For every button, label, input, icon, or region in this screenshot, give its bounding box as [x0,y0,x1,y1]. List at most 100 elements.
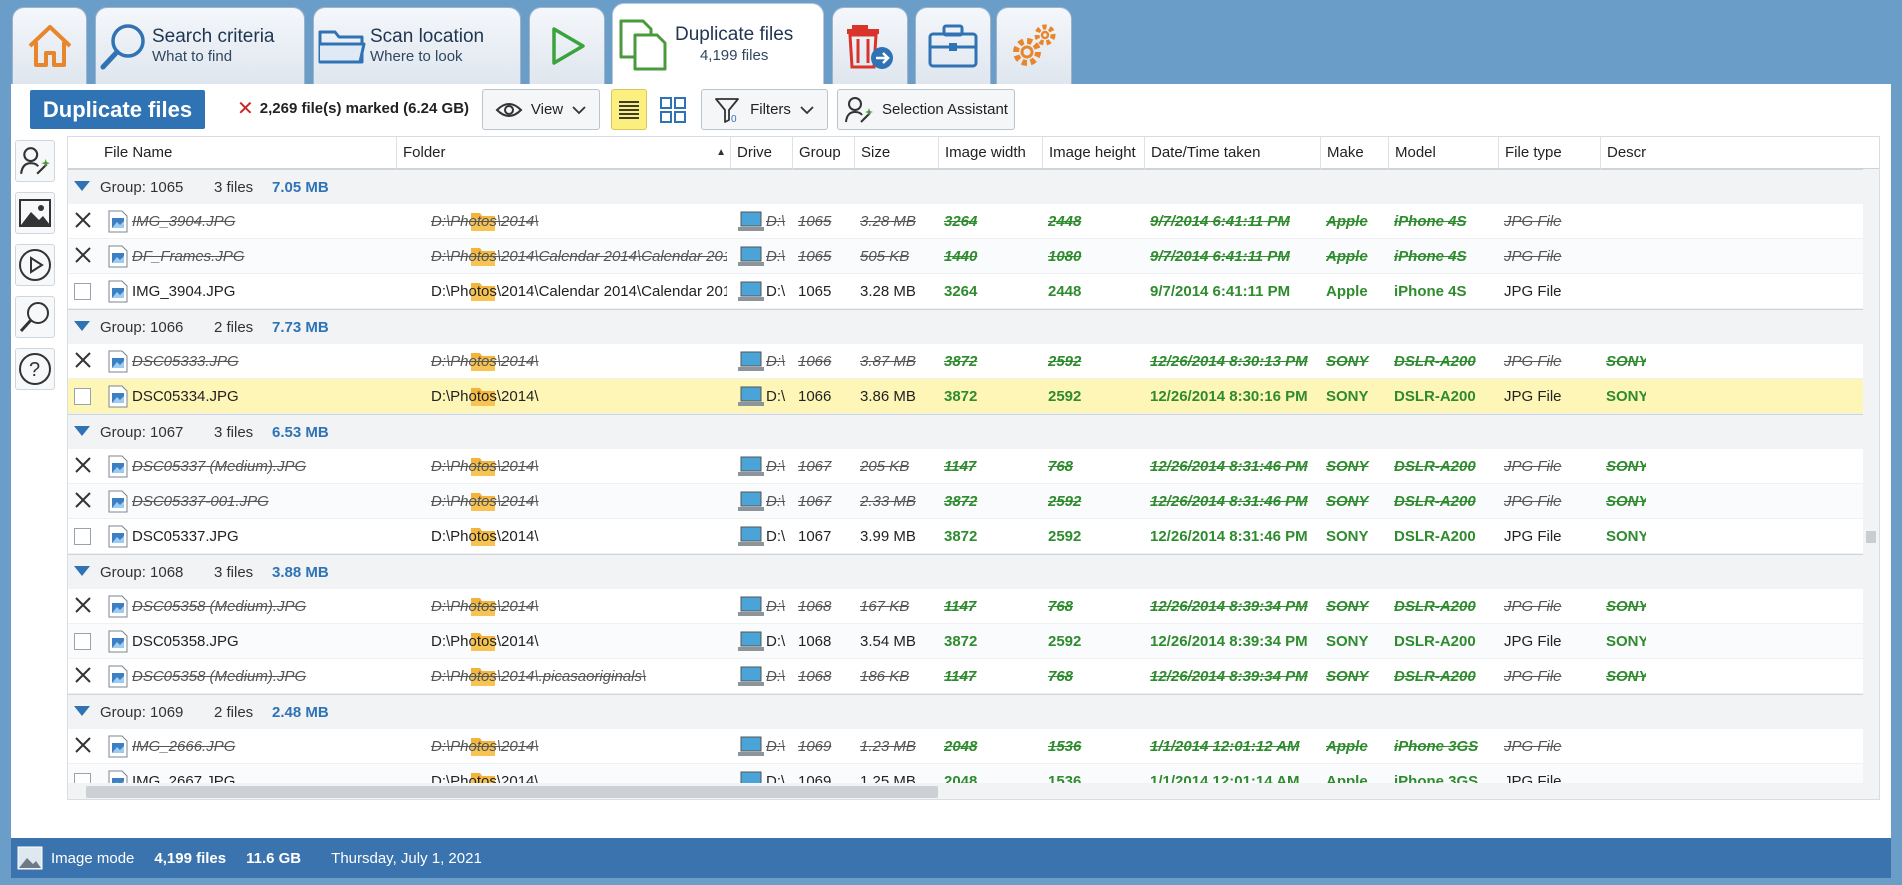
filters-button[interactable]: 0 Filters [701,89,828,130]
marked-checkbox[interactable] [72,244,94,266]
column-header-date-taken[interactable]: Date/Time taken [1144,137,1320,169]
group-header-row[interactable]: Group: 1067 3 files 6.53 MB [68,414,1879,449]
table-row[interactable]: DSC05337 (Medium).JPG D:\Photos\2014\ D:\ 1… [68,449,1879,484]
table-row[interactable]: DF_Frames.JPG D:\Photos\2014\Calendar 201… [68,239,1879,274]
collapse-triangle-icon[interactable] [74,426,90,436]
marked-checkbox[interactable] [72,664,94,686]
cell-model: DSLR-A200 [1394,493,1476,510]
cell-w: 1147 [944,668,977,685]
image-file-icon [108,280,128,303]
tab-scan-location[interactable]: Scan location Where to look [313,7,521,84]
column-header-image-height[interactable]: Image height [1042,137,1144,169]
selection-assistant-button[interactable]: Selection Assistant [837,89,1015,130]
row-checkbox[interactable] [74,283,91,300]
column-header-file-type[interactable]: File type [1498,137,1600,169]
side-search-button[interactable] [15,296,55,338]
cell-w: 3872 [944,633,978,650]
column-header-folder[interactable]: Folder ▲ [396,137,730,169]
thumbnail-view-button[interactable] [654,89,692,130]
row-checkbox[interactable] [74,388,91,405]
horizontal-scrollbar[interactable] [68,783,1879,799]
table-row[interactable]: DSC05358.JPG D:\Photos\2014\ D:\ 1068 3.54 M… [68,624,1879,659]
view-button[interactable]: View [482,89,600,130]
tab-subtitle: Where to look [370,48,463,66]
cell-descr [1606,239,1646,274]
column-header-size[interactable]: Size [854,137,938,169]
cell-type: JPG File [1504,248,1562,265]
tab-subtitle: 4,199 files [699,46,769,64]
cell-make: Apple [1326,213,1368,230]
tab-delete-move[interactable] [832,7,908,84]
cell-type: JPG File [1504,213,1562,230]
row-checkbox[interactable] [74,633,91,650]
table-row[interactable]: IMG_3904.JPG D:\Photos\2014\ D:\ 1065 3.28 M… [68,204,1879,239]
cell-h: 2592 [1048,528,1082,545]
table-row[interactable]: IMG_2666.JPG D:\Photos\2014\ D:\ 1069 1.23 M… [68,729,1879,764]
column-header-group[interactable]: Group [792,137,854,169]
sort-ascending-icon: ▲ [716,147,726,158]
table-row[interactable]: DSC05333.JPG D:\Photos\2014\ D:\ 1066 3.87 M… [68,344,1879,379]
side-help-button[interactable]: ? [15,348,55,390]
collapse-triangle-icon[interactable] [74,181,90,191]
group-label: Group: 1069 [100,703,184,721]
tab-bar: Search criteria What to find Scan locati… [0,0,1902,85]
file-name: IMG_3904.JPG [132,213,236,230]
group-label: Group: 1067 [100,423,184,441]
vertical-scrollbar[interactable] [1863,169,1879,787]
details-view-button[interactable] [611,89,647,130]
scrollbar-thumb[interactable] [86,786,938,798]
cell-model: DSLR-A200 [1394,668,1476,685]
tab-duplicate-files[interactable]: Duplicate files 4,199 files [612,3,824,85]
cell-folder: D:\Photos\2014\Calendar 2014\Calendar 20… [431,248,727,265]
side-selection-assistant-button[interactable] [15,140,55,182]
group-header-row[interactable]: Group: 1065 3 files 7.05 MB [68,169,1879,204]
column-header-image-width[interactable]: Image width [938,137,1042,169]
scrollbar-thumb[interactable] [1866,531,1876,543]
status-mode: Image mode [51,849,135,867]
collapse-triangle-icon[interactable] [74,321,90,331]
column-header-file-name[interactable]: File Name [98,137,396,169]
cell-type: JPG File [1504,493,1562,510]
group-header-row[interactable]: Group: 1068 3 files 3.88 MB [68,554,1879,589]
tab-run-scan[interactable] [529,7,605,84]
cell-date: 12/26/2014 8:39:34 PM [1150,633,1308,650]
column-header-drive[interactable]: Drive [730,137,792,169]
help-icon: ? [19,353,51,385]
column-header-description[interactable]: Descr [1600,137,1879,169]
image-icon [19,199,51,227]
table-row[interactable]: DSC05337-001.JPG D:\Photos\2014\ D:\ 1067 2.… [68,484,1879,519]
cell-drive: D:\ [766,458,786,475]
table-row[interactable]: DSC05334.JPG D:\Photos\2014\ D:\ 1066 3.86 M… [68,379,1879,414]
collapse-triangle-icon[interactable] [74,706,90,716]
tab-home[interactable] [12,7,87,84]
marked-checkbox[interactable] [72,734,94,756]
row-checkbox[interactable] [74,528,91,545]
cell-group: 1066 [798,388,832,405]
table-row[interactable]: IMG_3904.JPG D:\Photos\2014\Calendar 2014… [68,274,1879,309]
side-preview-image-button[interactable] [15,192,55,234]
tab-tools[interactable] [915,7,991,84]
selection-assistant-icon [20,147,50,175]
collapse-triangle-icon[interactable] [74,566,90,576]
marked-checkbox[interactable] [72,489,94,511]
marked-checkbox[interactable] [72,594,94,616]
cell-size: 3.54 MB [860,633,916,650]
cell-group: 1065 [798,283,832,300]
group-header-row[interactable]: Group: 1069 2 files 2.48 MB [68,694,1879,729]
cell-group: 1069 [798,738,832,755]
cell-folder: D:\Photos\2014\.picasaoriginals\ [431,668,647,685]
group-header-row[interactable]: Group: 1066 2 files 7.73 MB [68,309,1879,344]
cell-drive: D:\ [766,668,786,685]
cell-date: 9/7/2014 6:41:11 PM [1150,248,1290,265]
table-row[interactable]: DSC05337.JPG D:\Photos\2014\ D:\ 1067 3.99 M… [68,519,1879,554]
table-row[interactable]: DSC05358 (Medium).JPG D:\Photos\2014\.pic… [68,659,1879,694]
tab-search-criteria[interactable]: Search criteria What to find [95,7,305,84]
marked-checkbox[interactable] [72,349,94,371]
side-play-button[interactable] [15,244,55,286]
table-row[interactable]: DSC05358 (Medium).JPG D:\Photos\2014\ D:\ 1… [68,589,1879,624]
tab-settings[interactable] [996,7,1072,84]
marked-checkbox[interactable] [72,209,94,231]
column-header-make[interactable]: Make [1320,137,1388,169]
column-header-model[interactable]: Model [1388,137,1498,169]
marked-checkbox[interactable] [72,454,94,476]
